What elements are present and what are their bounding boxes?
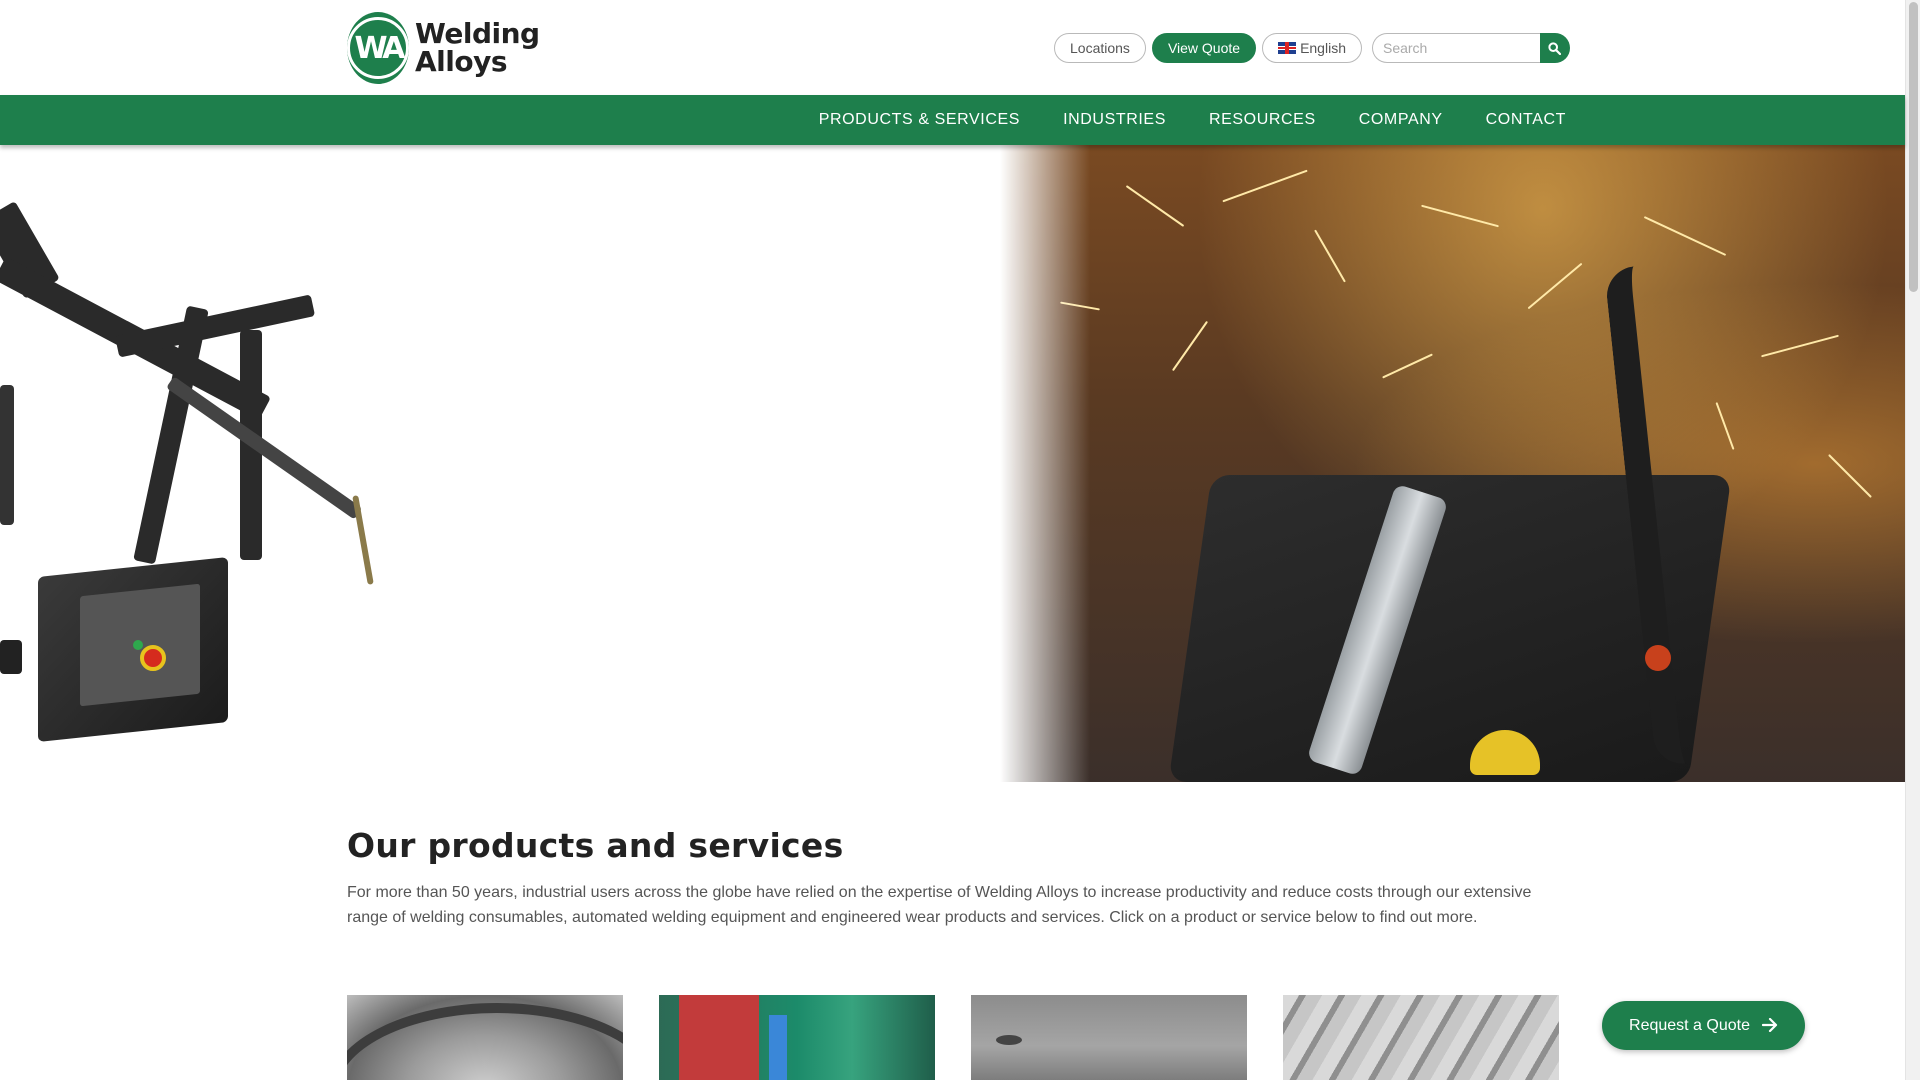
site-header: WA Welding Alloys Locations View Quote E… [0, 0, 1905, 95]
nav-items: PRODUCTS & SERVICES INDUSTRIES RESOURCES… [776, 95, 1566, 145]
logo-mark-letters: WA [347, 17, 409, 79]
request-quote-label: Request a Quote [1629, 1016, 1750, 1034]
nav-item-company[interactable]: COMPANY [1359, 111, 1443, 129]
product-card-wear-plate[interactable] [971, 995, 1247, 1080]
logo-line-1: Welding [415, 17, 540, 50]
request-quote-button[interactable]: Request a Quote [1602, 1001, 1805, 1050]
product-cards [347, 995, 1595, 1080]
hero-banner [0, 145, 1905, 782]
logo-line-2: Alloys [415, 45, 508, 78]
language-selector[interactable]: English [1262, 33, 1362, 63]
page-scrollbar[interactable] [1905, 0, 1920, 1080]
search-icon [1548, 41, 1562, 55]
nav-item-industries[interactable]: INDUSTRIES [1063, 111, 1166, 129]
search-input[interactable] [1371, 33, 1540, 63]
uk-flag-icon [1278, 42, 1297, 54]
logo-mark: WA [347, 12, 409, 84]
product-card-automated-equipment[interactable] [659, 995, 935, 1080]
product-card-welding-wire[interactable] [347, 995, 623, 1080]
search-button[interactable] [1539, 33, 1570, 63]
logo-wordmark: Welding Alloys [415, 20, 540, 76]
section-title: Our products and services [347, 826, 844, 865]
nav-item-products-services[interactable]: PRODUCTS & SERVICES [819, 111, 1020, 129]
search-form [1371, 33, 1570, 63]
nav-item-contact[interactable]: CONTACT [1486, 111, 1566, 129]
scrollbar-thumb[interactable] [1909, 2, 1918, 292]
view-quote-button[interactable]: View Quote [1151, 33, 1257, 63]
welding-robot-image [0, 145, 420, 782]
locations-button[interactable]: Locations [1054, 33, 1146, 63]
hero-red-knob [1645, 645, 1671, 671]
header-controls: Locations View Quote English [1054, 33, 1570, 63]
section-description: For more than 50 years, industrial users… [347, 884, 1532, 926]
arrow-right-icon [1761, 1017, 1778, 1035]
welding-alloys-logo[interactable]: WA Welding Alloys [347, 12, 540, 84]
main-navigation: PRODUCTS & SERVICES INDUSTRIES RESOURCES… [0, 95, 1905, 145]
nav-item-resources[interactable]: RESOURCES [1209, 111, 1316, 129]
language-label: English [1300, 40, 1346, 56]
product-card-engineered-services[interactable] [1283, 995, 1559, 1080]
